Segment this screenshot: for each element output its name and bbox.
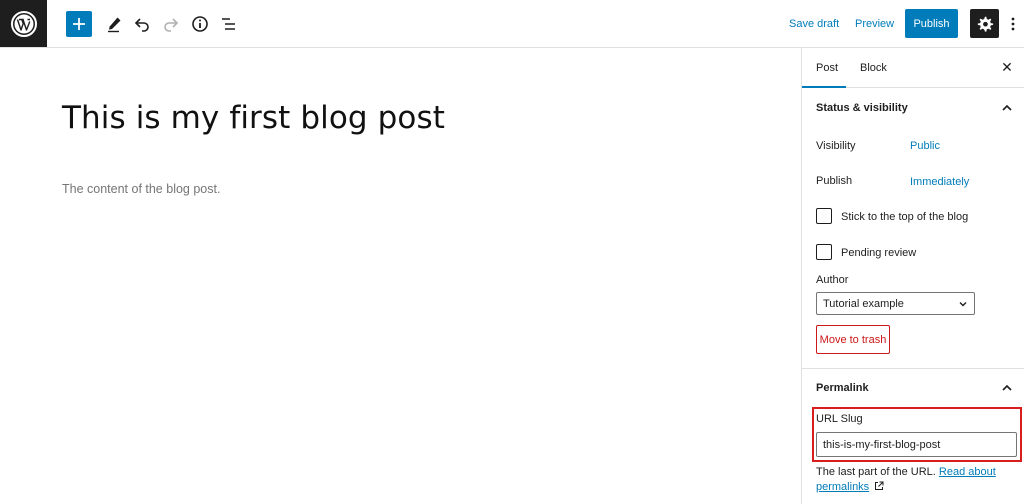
settings-sidebar: Post Block ✕ Status & visibility Visibil… — [801, 48, 1024, 504]
options-button[interactable] — [1006, 12, 1020, 36]
close-icon: ✕ — [1001, 59, 1013, 75]
undo-button[interactable] — [129, 11, 155, 37]
chevron-down-icon — [959, 302, 967, 307]
post-content-paragraph[interactable]: The content of the blog post. — [62, 182, 220, 196]
wordpress-logo-icon — [10, 10, 37, 37]
pencil-icon — [108, 17, 121, 33]
chevron-up-icon — [1002, 104, 1012, 111]
stick-to-top-checkbox[interactable] — [816, 208, 832, 224]
external-link-icon — [875, 481, 884, 490]
permalink-panel-header[interactable]: Permalink — [802, 369, 1024, 409]
chevron-up-icon — [1002, 384, 1012, 391]
close-sidebar-button[interactable]: ✕ — [1000, 60, 1014, 74]
stick-to-top-label: Stick to the top of the blog — [841, 211, 969, 223]
wordpress-logo-button[interactable] — [0, 0, 47, 47]
tools-button[interactable] — [101, 11, 127, 37]
redo-icon — [164, 18, 179, 32]
undo-icon — [134, 18, 149, 32]
read-about-permalinks-link-part1[interactable]: Read about — [939, 466, 996, 478]
redo-button[interactable] — [158, 11, 184, 37]
move-to-trash-button[interactable]: Move to trash — [816, 325, 890, 354]
sidebar-tabs: Post Block ✕ — [802, 48, 1024, 88]
list-view-button[interactable] — [216, 11, 242, 37]
read-about-permalinks-link-part2[interactable]: permalinks — [816, 481, 869, 493]
publish-date-toggle[interactable]: Immediately — [910, 176, 969, 188]
visibility-label: Visibility — [816, 140, 856, 152]
pending-review-label: Pending review — [841, 247, 917, 259]
list-view-icon — [222, 18, 235, 30]
tab-block[interactable]: Block — [860, 62, 887, 74]
gear-icon — [977, 16, 993, 32]
save-draft-button[interactable]: Save draft — [789, 18, 839, 30]
permalink-help-description: The last part of the URL. — [816, 466, 936, 478]
preview-button[interactable]: Preview — [855, 18, 894, 30]
author-select[interactable]: Tutorial example — [816, 292, 975, 315]
url-slug-input[interactable] — [816, 432, 1017, 457]
author-selected-value: Tutorial example — [823, 297, 904, 310]
info-icon — [192, 16, 208, 32]
tab-post[interactable]: Post — [816, 62, 838, 74]
editor-toolbar: Save draft Preview Publish — [0, 0, 1024, 48]
details-button[interactable] — [187, 11, 213, 37]
permalink-help-text: The last part of the URL. Read about per… — [816, 465, 1021, 495]
post-title[interactable]: This is my first blog post — [62, 100, 445, 136]
editor-canvas: This is my first blog post The content o… — [0, 48, 801, 504]
settings-button[interactable] — [970, 9, 999, 38]
author-label: Author — [816, 274, 849, 286]
permalink-title: Permalink — [816, 382, 869, 394]
url-slug-label: URL Slug — [816, 413, 863, 425]
plus-icon — [73, 18, 85, 30]
status-visibility-title: Status & visibility — [816, 102, 908, 114]
visibility-toggle[interactable]: Public — [910, 140, 940, 152]
add-block-button[interactable] — [66, 11, 92, 37]
more-vertical-icon — [1011, 17, 1015, 31]
publish-button[interactable]: Publish — [905, 9, 958, 38]
status-visibility-panel-header[interactable]: Status & visibility — [802, 88, 1024, 128]
pending-review-checkbox[interactable] — [816, 244, 832, 260]
publish-label: Publish — [816, 175, 853, 187]
